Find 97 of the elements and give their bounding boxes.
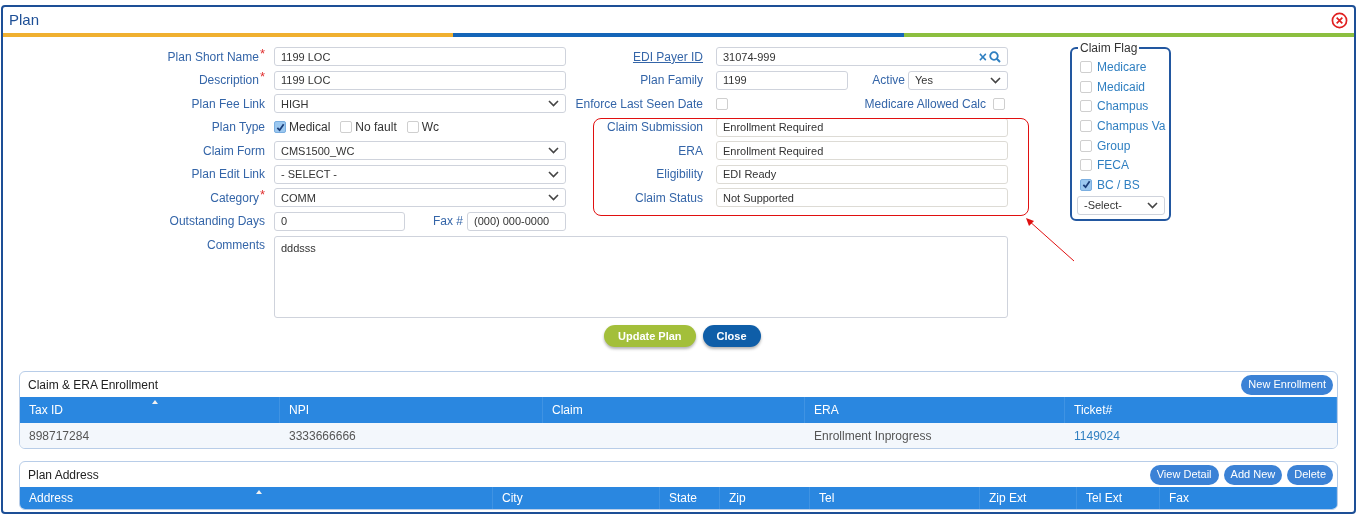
checkbox[interactable] <box>406 121 419 134</box>
panel-title: Claim & ERA Enrollment <box>28 376 159 394</box>
comments-textarea[interactable]: dddsss <box>274 236 1008 318</box>
checkbox[interactable] <box>716 97 728 110</box>
column-header[interactable]: Zip <box>729 489 746 507</box>
checkbox-label: Group <box>1097 137 1131 155</box>
checkbox-label: FECA <box>1097 157 1129 175</box>
table-cell-text: 898717284 <box>29 427 90 445</box>
dropdown-field[interactable]: COMM <box>274 188 566 208</box>
readonly-field: Enrollment Required <box>716 117 1008 137</box>
checkbox-label: Medical <box>289 119 331 137</box>
readonly-field: EDI Ready <box>716 164 1008 184</box>
checkbox[interactable] <box>1080 80 1092 93</box>
checkbox[interactable] <box>1080 139 1092 152</box>
field-label: ERA <box>678 142 703 160</box>
ticket-link[interactable]: 1149024 <box>1074 426 1120 445</box>
checkbox[interactable] <box>340 121 353 134</box>
checkbox-label: BC / BS <box>1097 176 1140 194</box>
readonly-field: Enrollment Required <box>716 141 1008 161</box>
table-cell-text: Enrollment Inprogress <box>814 427 932 445</box>
field-label: Medicare Allowed Calc <box>864 95 986 113</box>
panel-title: Plan Address <box>28 466 99 484</box>
required-mark: * <box>259 188 265 201</box>
dropdown-field[interactable]: CMS1500_WC <box>274 141 566 161</box>
column-header[interactable]: Tel <box>819 489 835 507</box>
action-button[interactable]: New Enrollment <box>1241 374 1333 395</box>
chevron-down-icon <box>548 100 559 108</box>
text-field[interactable]: 1199 LOC <box>274 70 566 90</box>
column-header[interactable]: Claim <box>552 401 583 419</box>
chevron-down-icon <box>548 170 559 178</box>
checkbox[interactable] <box>993 97 1005 110</box>
dropdown-field[interactable]: -Select- <box>1077 195 1165 215</box>
checkbox[interactable] <box>1080 119 1092 132</box>
checkbox-label: Champus Va <box>1097 117 1166 135</box>
field-label: Plan Short Name <box>167 48 259 66</box>
field-label: Plan Family <box>640 72 703 90</box>
annotation-arrow <box>1024 217 1076 263</box>
field-label: Eligibility <box>656 166 703 184</box>
clear-button[interactable]: × <box>978 49 987 64</box>
field-label: Claim Form <box>203 142 265 160</box>
column-header[interactable]: State <box>669 489 698 507</box>
window-title: Plan <box>9 9 40 30</box>
field-label: Plan Edit Link <box>191 166 265 184</box>
field-label: Claim Submission <box>606 119 703 137</box>
field-label: Plan Fee Link <box>191 95 265 113</box>
required-mark: * <box>259 47 265 60</box>
checkbox[interactable] <box>274 121 286 134</box>
text-field[interactable]: 1199 LOC <box>274 47 566 67</box>
action-button[interactable]: Add New <box>1223 464 1283 485</box>
readonly-field: Not Supported <box>716 188 1008 208</box>
field-label: Comments <box>207 237 265 254</box>
checkbox-label: No fault <box>355 119 397 137</box>
field-label: Description <box>198 72 259 90</box>
checkbox[interactable] <box>1080 178 1092 191</box>
field-label: Enforce Last Seen Date <box>575 95 703 113</box>
checkbox-label: Wc <box>421 119 440 137</box>
chevron-down-icon <box>548 194 559 202</box>
column-header[interactable]: ERA <box>814 401 839 419</box>
close-icon[interactable] <box>1331 11 1348 29</box>
search-icon[interactable] <box>989 50 1001 63</box>
chevron-down-icon <box>548 147 559 155</box>
column-header[interactable]: Zip Ext <box>989 489 1027 507</box>
column-header[interactable]: Tax ID <box>29 401 63 419</box>
column-header[interactable]: Fax <box>1169 489 1189 507</box>
field-label: Fax # <box>433 213 463 231</box>
action-button[interactable]: View Detail <box>1149 464 1219 485</box>
checkbox[interactable] <box>1080 60 1092 73</box>
table-cell-text: 3333666666 <box>289 427 356 445</box>
edi-payer-link[interactable]: EDI Payer ID <box>632 47 703 66</box>
dropdown-field[interactable]: - SELECT - <box>274 164 566 184</box>
text-field[interactable]: 1199 <box>716 70 848 90</box>
field-label: Outstanding Days <box>169 213 265 231</box>
column-header[interactable]: Tel Ext <box>1086 489 1122 507</box>
text-field[interactable]: 0 <box>274 211 405 231</box>
checkbox-label: Medicare <box>1097 58 1147 76</box>
field-label: Active <box>872 72 905 90</box>
lookup-field[interactable]: 31074-999 × <box>716 47 1008 67</box>
column-header[interactable]: Address <box>29 489 74 507</box>
field-label: Category <box>210 189 259 207</box>
dropdown-field[interactable]: Yes <box>908 70 1008 90</box>
dropdown-field[interactable]: HIGH <box>274 94 566 114</box>
checkbox[interactable] <box>1080 100 1092 113</box>
column-header[interactable]: NPI <box>289 401 309 419</box>
required-mark: * <box>259 71 265 84</box>
chevron-down-icon <box>990 76 1001 84</box>
action-button[interactable]: Delete <box>1287 464 1333 485</box>
column-header[interactable]: City <box>502 489 523 507</box>
checkbox-label: Champus <box>1097 98 1149 116</box>
checkbox[interactable] <box>1080 159 1092 172</box>
field-label: Plan Type <box>211 119 265 137</box>
checkbox-label: Medicaid <box>1097 78 1146 96</box>
text-field[interactable]: (000) 000-0000 <box>467 211 566 231</box>
close-button[interactable]: Close <box>702 325 761 347</box>
field-label: Claim Status <box>634 189 703 207</box>
update-button[interactable]: Update Plan <box>604 325 696 347</box>
chevron-down-icon <box>1147 201 1158 209</box>
column-header[interactable]: Ticket# <box>1074 401 1113 419</box>
